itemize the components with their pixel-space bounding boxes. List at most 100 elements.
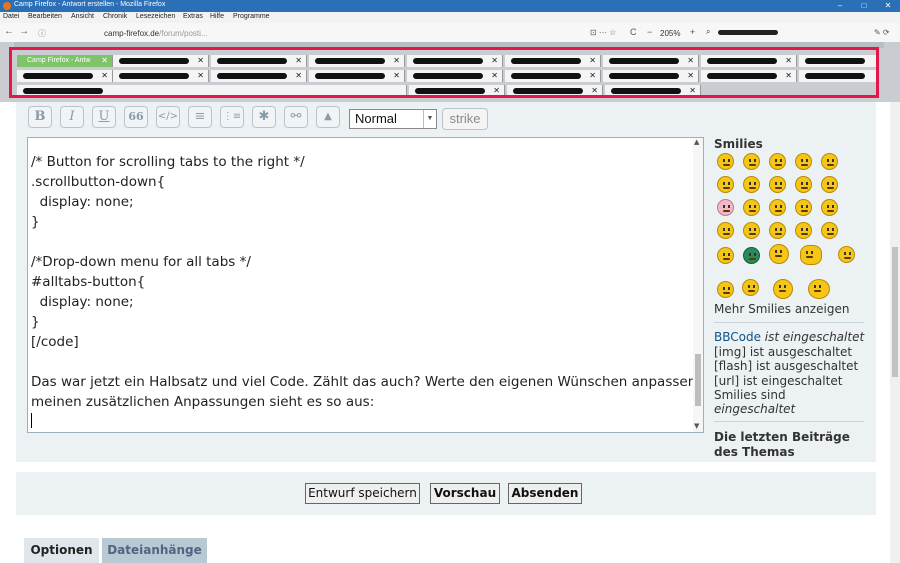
list-button[interactable]: ≡ bbox=[188, 106, 212, 128]
smiley-smile-icon[interactable] bbox=[743, 153, 760, 170]
smiley-twisted-icon[interactable] bbox=[795, 199, 812, 216]
menu-bar: Datei Bearbeiten Ansicht Chronik Lesezei… bbox=[0, 12, 900, 23]
scroll-down-icon[interactable]: ▼ bbox=[694, 422, 699, 430]
underline-button[interactable]: U bbox=[92, 106, 116, 128]
zoom-level[interactable]: 205% bbox=[660, 29, 680, 38]
zoom-in-button[interactable]: + bbox=[690, 27, 695, 37]
smiley-cry-icon[interactable] bbox=[743, 199, 760, 216]
quote-button[interactable]: 66 bbox=[124, 106, 148, 128]
menu-chronik[interactable]: Chronik bbox=[103, 13, 127, 20]
url-path: /forum/posti... bbox=[159, 29, 208, 38]
recent-posts-link[interactable]: Die letzten Beiträge des Themas bbox=[714, 430, 864, 460]
smiley-evil-icon[interactable] bbox=[769, 199, 786, 216]
editor-line: Das war jetzt ein Halbsatz und viel Code… bbox=[31, 374, 704, 390]
smiley-sad-icon[interactable] bbox=[769, 153, 786, 170]
menu-bearbeiten[interactable]: Bearbeiten bbox=[28, 13, 62, 20]
zoom-out-button[interactable]: − bbox=[647, 27, 652, 37]
smiley-santa-beer-icon[interactable] bbox=[808, 279, 830, 299]
italic-button[interactable]: I bbox=[60, 106, 84, 128]
smiley-crazy-icon[interactable] bbox=[742, 279, 759, 296]
smiley-embarrassed-icon[interactable] bbox=[717, 199, 734, 216]
smiley-confused-icon[interactable] bbox=[717, 281, 734, 298]
bold-button[interactable]: B bbox=[28, 106, 52, 128]
font-size-select[interactable]: Normal ▼ bbox=[349, 109, 437, 129]
bbcode-status: BBCode ist eingeschaltet bbox=[714, 330, 864, 344]
editor-line: #alltabs-button{ bbox=[31, 274, 146, 290]
smiley-thumbsup-icon[interactable] bbox=[800, 245, 822, 265]
link-button[interactable]: ⚯ bbox=[284, 106, 308, 128]
maximize-button[interactable]: □ bbox=[852, 0, 876, 12]
sidebar-divider bbox=[714, 421, 864, 422]
url-bar[interactable]: camp-firefox.de/forum/posti... bbox=[104, 29, 208, 38]
message-textarea[interactable]: /* Button for scrolling tabs to the righ… bbox=[27, 137, 704, 433]
list-item-button[interactable]: ✱ bbox=[252, 106, 276, 128]
menu-programme[interactable]: Programme bbox=[233, 13, 270, 20]
forward-button[interactable]: → bbox=[19, 26, 29, 37]
smiley-razz-icon[interactable] bbox=[821, 176, 838, 193]
submit-button[interactable]: Absenden bbox=[508, 483, 582, 504]
toolbar-extension-icons[interactable]: ✎ ⟳ bbox=[874, 28, 890, 37]
smiley-rolleyes-icon[interactable] bbox=[821, 199, 838, 216]
smiley-idea-icon[interactable] bbox=[795, 222, 812, 239]
flash-status: [flash] ist ausgeschaltet bbox=[714, 359, 859, 373]
menu-datei[interactable]: Datei bbox=[3, 13, 19, 20]
numbered-list-button[interactable]: ⋮≡ bbox=[220, 106, 244, 128]
smiley-green-icon[interactable] bbox=[743, 247, 760, 264]
menu-hilfe[interactable]: Hilfe bbox=[210, 13, 224, 20]
highlight-frame bbox=[9, 47, 879, 98]
smilies-status-value: eingeschaltet bbox=[714, 402, 796, 416]
minimize-button[interactable]: – bbox=[828, 0, 852, 12]
smiley-puzzled-icon[interactable] bbox=[838, 246, 855, 263]
editor-line: /* Button for scrolling tabs to the righ… bbox=[31, 154, 305, 170]
editor-line: display: none; bbox=[31, 294, 134, 310]
editor-line: [/code] bbox=[31, 334, 79, 350]
smiley-cool-icon[interactable] bbox=[743, 176, 760, 193]
menu-extras[interactable]: Extras bbox=[183, 13, 203, 20]
strike-button[interactable]: strike bbox=[442, 108, 488, 130]
smiley-grin-icon[interactable] bbox=[717, 153, 734, 170]
smiley-lookaround-icon[interactable] bbox=[769, 244, 789, 264]
page-scrollbar-thumb[interactable] bbox=[892, 247, 898, 377]
smiley-question-icon[interactable] bbox=[769, 222, 786, 239]
smiley-exclaim-icon[interactable] bbox=[743, 222, 760, 239]
reload-button[interactable]: C bbox=[630, 27, 637, 37]
window-title: Camp Firefox - Antwort erstellen - Mozil… bbox=[14, 1, 166, 8]
smilies-heading: Smilies bbox=[714, 137, 763, 151]
smiley-wink-icon[interactable] bbox=[717, 222, 734, 239]
editor-line: } bbox=[31, 314, 40, 330]
back-button[interactable]: ← bbox=[4, 26, 14, 37]
menu-lesezeichen[interactable]: Lesezeichen bbox=[136, 13, 175, 20]
page-scrollbar[interactable] bbox=[890, 102, 900, 563]
more-smilies-link[interactable]: Mehr Smilies anzeigen bbox=[714, 302, 849, 316]
editor-line: } bbox=[31, 214, 40, 230]
smiley-eek-icon[interactable] bbox=[821, 153, 838, 170]
scroll-up-icon[interactable]: ▲ bbox=[694, 138, 699, 146]
search-box[interactable]: ⌕ bbox=[706, 27, 866, 38]
tab-strip: Camp Firefox - Antw ✕ ✕ ✕ ✕ ✕ ✕ ✕ ✕ ✕ ✕ … bbox=[0, 42, 900, 102]
smiley-santa-icon[interactable] bbox=[773, 279, 793, 299]
sidebar-divider bbox=[714, 322, 864, 323]
smiley-neutral-icon[interactable] bbox=[717, 176, 734, 193]
editor-line: /*Drop-down menu for all tabs */ bbox=[31, 254, 251, 270]
tab-attachments[interactable]: Dateianhänge bbox=[102, 538, 207, 563]
smiley-surprised-icon[interactable] bbox=[795, 153, 812, 170]
preview-button[interactable]: Vorschau bbox=[430, 483, 500, 504]
chevron-down-icon: ▼ bbox=[423, 110, 436, 128]
site-info-icon[interactable]: ⓘ bbox=[38, 28, 46, 39]
code-button[interactable]: </> bbox=[156, 106, 180, 128]
smiley-neutral2-icon[interactable] bbox=[717, 247, 734, 264]
font-color-button[interactable]: ▲ bbox=[316, 106, 340, 128]
img-status: [img] ist ausgeschaltet bbox=[714, 345, 853, 359]
close-window-button[interactable]: ✕ bbox=[876, 0, 900, 12]
bbcode-link[interactable]: BBCode bbox=[714, 330, 761, 344]
page-actions-icon[interactable]: ⊡ ··· ☆ bbox=[590, 28, 616, 37]
editor-scrollbar[interactable]: ▲ ▼ bbox=[693, 138, 703, 432]
editor-scrollbar-thumb[interactable] bbox=[695, 354, 701, 406]
tab-options[interactable]: Optionen bbox=[24, 538, 99, 563]
save-draft-button[interactable]: Entwurf speichern bbox=[305, 483, 420, 504]
navigation-bar: ← → ⓘ camp-firefox.de/forum/posti... ⊡ ·… bbox=[0, 23, 900, 43]
smiley-laugh-icon[interactable] bbox=[769, 176, 786, 193]
menu-ansicht[interactable]: Ansicht bbox=[71, 13, 94, 20]
smiley-mad-icon[interactable] bbox=[795, 176, 812, 193]
smiley-arrow-icon[interactable] bbox=[821, 222, 838, 239]
